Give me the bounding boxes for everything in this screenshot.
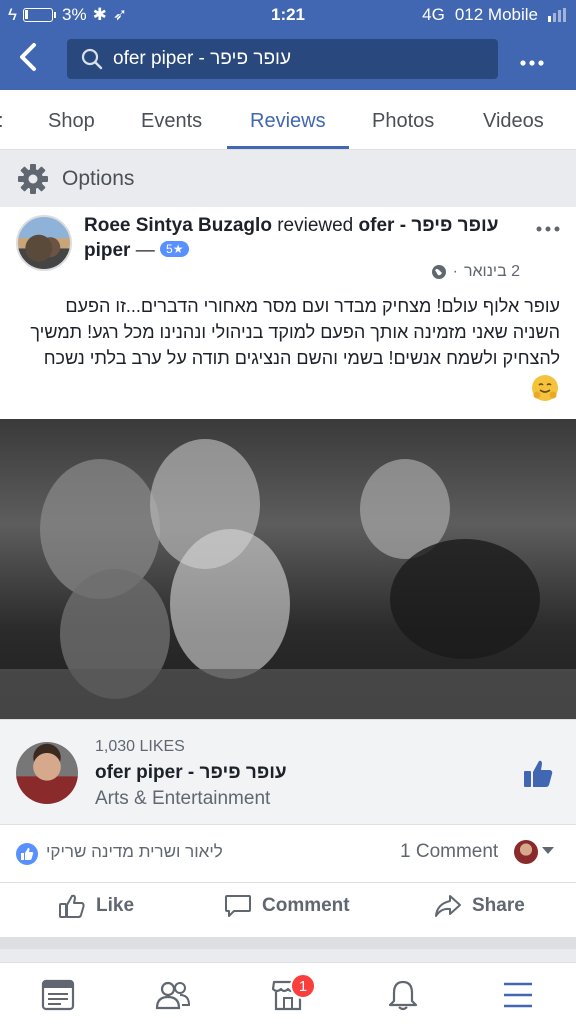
comment-label: Comment <box>262 895 350 916</box>
feed-divider <box>0 937 576 949</box>
tab-overflow[interactable]: : <box>0 110 4 133</box>
bell-icon <box>388 980 418 1011</box>
author-avatar[interactable] <box>16 215 72 271</box>
review-post: Roee Sintya Buzaglo reviewed ofer - עופר… <box>0 207 576 937</box>
like-reaction-icon <box>16 843 38 865</box>
post-timestamp: · 2 בינואר <box>431 263 520 281</box>
post-actions: Like Comment Share <box>0 883 576 937</box>
thumbs-up-outline-icon <box>59 894 85 918</box>
search-row: ofer piper - עופר פיפר <box>0 38 576 80</box>
search-icon <box>81 48 103 70</box>
emoji-face-icon <box>533 383 557 399</box>
viewer-avatar[interactable] <box>514 840 538 864</box>
top-header: ϟ 3% ✱ ➶ 1:21 4G 012 Mobile ofer piper -… <box>0 0 576 90</box>
comment-button[interactable]: Comment <box>224 893 350 919</box>
like-button[interactable]: Like <box>58 893 134 919</box>
chevron-left-icon <box>20 43 36 71</box>
back-button[interactable] <box>18 42 38 78</box>
thumbs-up-icon <box>21 847 34 860</box>
nav-news-feed[interactable] <box>38 975 78 1015</box>
options-label: Options <box>62 167 135 190</box>
active-tab-indicator <box>227 146 349 149</box>
status-right: 4G 012 Mobile <box>422 5 566 25</box>
comments-count[interactable]: 1 Comment <box>400 841 498 863</box>
friends-icon <box>155 981 191 1010</box>
news-feed-icon <box>41 979 75 1011</box>
like-page-button[interactable] <box>522 758 554 795</box>
review-text: עופר אלוף עולם! מצחיק מבדר ועם מסר מאחור… <box>30 296 560 368</box>
marketplace-badge: 1 <box>290 973 316 999</box>
facebook-page: ϟ 3% ✱ ➶ 1:21 4G 012 Mobile ofer piper -… <box>0 0 576 1024</box>
globe-icon <box>431 265 446 279</box>
photo-figure <box>390 539 540 659</box>
post-menu-button[interactable] <box>536 213 560 239</box>
post-action: reviewed <box>277 215 354 236</box>
share-label: Share <box>472 895 525 916</box>
like-label: Like <box>96 895 135 916</box>
rating-badge: 5★ <box>160 241 190 257</box>
options-bar[interactable]: Options <box>0 152 576 206</box>
gear-icon <box>18 164 48 194</box>
bottom-nav: 1 <box>0 962 576 1024</box>
hugging-emoji-icon <box>532 375 558 401</box>
page-avatar[interactable] <box>16 742 78 804</box>
comment-bubble-icon <box>225 895 251 917</box>
status-bar: ϟ 3% ✱ ➶ 1:21 4G 012 Mobile <box>0 0 576 30</box>
page-tabs: : Shop Events Reviews Photos Videos <box>0 90 576 150</box>
more-dots-icon <box>520 60 544 66</box>
share-arrow-icon <box>435 895 461 917</box>
tab-photos[interactable]: Photos <box>372 110 434 133</box>
hamburger-menu-icon <box>504 982 532 1008</box>
post-header: Roee Sintya Buzaglo reviewed ofer - עופר… <box>84 213 514 263</box>
page-likes-count: 1,030 LIKES <box>95 738 185 755</box>
more-options-button[interactable] <box>520 46 544 74</box>
network-type: 4G <box>422 5 445 24</box>
header-dash: — <box>135 240 155 261</box>
nav-menu[interactable] <box>498 975 538 1015</box>
signal-icon <box>548 8 566 22</box>
photo-floor <box>0 669 576 719</box>
nav-friends[interactable] <box>153 975 193 1015</box>
review-photo[interactable] <box>0 419 576 719</box>
reactor-names[interactable]: ליאור ושרית מדינה שריקי <box>46 842 223 862</box>
search-text: ofer piper - עופר פיפר <box>113 48 292 69</box>
shared-page-card[interactable]: 1,030 LIKES ofer piper - עופר פיפר Arts … <box>0 719 576 825</box>
photo-figure <box>170 529 290 679</box>
date-text: 2 בינואר <box>463 263 520 280</box>
author-name[interactable]: Roee Sintya Buzaglo <box>84 215 272 236</box>
shared-page-name[interactable]: ofer piper - עופר פיפר <box>95 762 287 784</box>
date-dot: · <box>452 263 458 280</box>
tab-shop[interactable]: Shop <box>48 110 95 133</box>
carrier-name: 012 Mobile <box>454 5 538 24</box>
tab-videos[interactable]: Videos <box>483 110 544 133</box>
chevron-down-icon[interactable] <box>542 847 554 854</box>
tab-reviews[interactable]: Reviews <box>250 110 326 133</box>
page-category: Arts & Entertainment <box>95 788 271 809</box>
thumbs-up-icon <box>524 760 553 787</box>
tab-events[interactable]: Events <box>141 110 202 133</box>
reactions-bar: ליאור ושרית מדינה שריקי 1 Comment <box>0 825 576 883</box>
search-input[interactable]: ofer piper - עופר פיפר <box>67 39 498 79</box>
nav-notifications[interactable] <box>383 975 423 1015</box>
share-button[interactable]: Share <box>434 893 525 919</box>
more-dots-icon <box>536 226 560 232</box>
